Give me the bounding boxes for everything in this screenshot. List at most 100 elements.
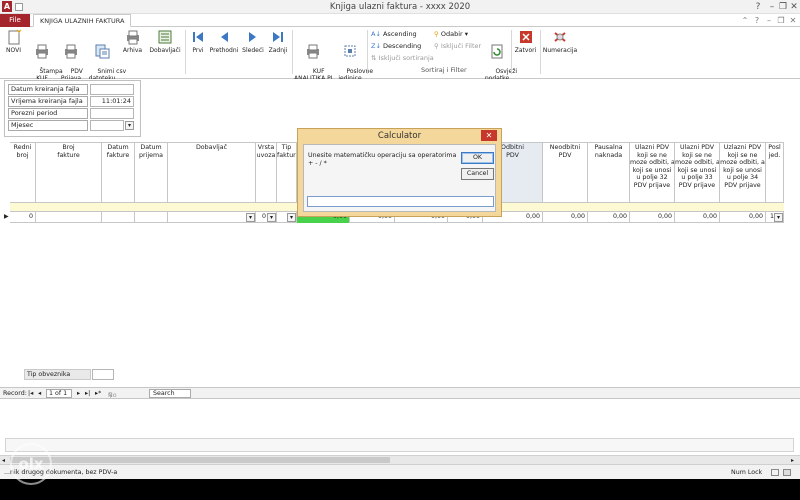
num-lock-indicator: Num Lock — [731, 469, 763, 476]
olx-watermark-logo: olx — [10, 443, 52, 485]
new-button[interactable]: NOVI — [5, 29, 22, 54]
ribbon-separator — [540, 30, 541, 74]
sort-filter-group-label: Sortiraj i Filter — [421, 66, 467, 74]
restore-doc-icon[interactable]: ❐ — [776, 16, 786, 26]
remove-filter-button[interactable]: ⚲ Isključi Filter — [434, 42, 481, 50]
cell-polje-34[interactable]: 0,00 — [720, 211, 766, 223]
filter-icon: ⚲ — [434, 30, 439, 38]
numbering-button[interactable]: Numeracija — [542, 29, 578, 54]
vrsta-dropdown-icon[interactable]: ▾ — [267, 213, 276, 222]
close-doc-icon[interactable]: ✕ — [788, 16, 798, 26]
col-polje-33[interactable]: Ulazni PDV koji se ne moze odbiti, a koj… — [675, 143, 720, 202]
archive-label: Arhiva — [122, 47, 143, 54]
cell-redni-broj[interactable]: 0 — [10, 211, 36, 223]
title-bar: A Knjiga ulazni faktura - xxxx 2020 ? – … — [0, 0, 800, 14]
form-view-icon[interactable] — [771, 469, 779, 476]
col-dobavljac[interactable]: Dobavljač — [168, 143, 256, 202]
window-title: Knjiga ulazni faktura - xxxx 2020 — [329, 2, 471, 12]
close-button[interactable]: Zatvori — [513, 29, 538, 54]
clear-sort-button[interactable]: ⇅ Isključi sortiranja — [371, 54, 434, 62]
cell-datum-prijema[interactable] — [135, 211, 168, 223]
col-poslovne-jedinice[interactable]: Posl jed. — [766, 143, 784, 202]
sort-ascending-button[interactable]: A↓ Ascending — [371, 30, 417, 38]
help-small-icon[interactable]: ? — [752, 16, 762, 26]
ribbon-separator — [185, 30, 186, 74]
tab-knjiga-ulaznih-faktura[interactable]: KNJIGA ULAZNIH FAKTURA — [33, 14, 132, 27]
search-input[interactable]: Search — [149, 389, 191, 398]
first-label: Prvi — [192, 47, 204, 54]
cell-pausalna[interactable]: 0,00 — [588, 211, 630, 223]
prev-record-nav-icon[interactable]: ◂ — [38, 390, 41, 397]
select-filter-label: Odabir — [440, 30, 463, 38]
last-record-button[interactable]: Zadnji — [267, 29, 289, 54]
col-vrsta-uvoza[interactable]: Vrsta uvoza — [256, 143, 277, 202]
horizontal-scrollbar[interactable]: ◂ ▸ — [0, 455, 800, 464]
scroll-right-icon[interactable]: ▸ — [791, 457, 794, 464]
close-window-icon[interactable]: ✕ — [788, 2, 800, 12]
datum-kreiranja-field[interactable] — [90, 84, 134, 95]
vrijema-kreiranja-label: Vrijema kreiranja fajla — [8, 96, 88, 107]
save-csv-icon — [95, 44, 110, 59]
col-datum-prijema[interactable]: Datum prijema — [135, 143, 168, 202]
archive-button[interactable]: Arhiva — [121, 29, 144, 54]
next-record-nav-icon[interactable]: ▸ — [77, 390, 80, 397]
clear-sort-label: Isključi sortiranja — [378, 54, 434, 62]
col-pausalna-naknada[interactable]: Pausalna naknada — [588, 143, 630, 202]
cancel-button[interactable]: Cancel — [461, 168, 494, 180]
chevron-down-icon[interactable]: ▾ — [125, 121, 134, 130]
form-content: Datum kreiranja fajla Vrijema kreiranja … — [0, 79, 800, 387]
col-tip-fakture[interactable]: Tip fakture — [277, 143, 297, 202]
expression-input[interactable] — [307, 196, 494, 207]
new-label: NOVI — [6, 47, 21, 54]
col-broj-fakture[interactable]: Broj fakture — [36, 143, 102, 202]
supplier-button[interactable]: Dobavljači — [148, 29, 182, 54]
dialog-close-icon[interactable]: ✕ — [481, 130, 497, 141]
cell-neodbitni-pdv[interactable]: 0,00 — [543, 211, 588, 223]
cell-polje-32[interactable]: 0,00 — [630, 211, 675, 223]
mjesec-field[interactable] — [90, 120, 124, 131]
design-view-icon[interactable] — [783, 469, 791, 476]
ribbon-tabs: File KNJIGA ULAZNIH FAKTURA ⌃ ? – ❐ ✕ — [0, 14, 800, 27]
ok-button[interactable]: OK — [461, 152, 494, 164]
posl-dropdown-icon[interactable]: ▾ — [774, 213, 783, 222]
cell-polje-33[interactable]: 0,00 — [675, 211, 720, 223]
previous-record-button[interactable]: Prethodni — [209, 29, 239, 54]
refresh-icon — [491, 44, 503, 59]
cell-broj-fakture[interactable] — [36, 211, 102, 223]
col-neodbitni-pdv[interactable]: Neodbitni PDV — [543, 143, 588, 202]
select-filter-button[interactable]: ⚲ Odabir ▾ — [434, 30, 468, 38]
previous-icon — [221, 32, 228, 42]
first-record-button[interactable]: Prvi — [190, 29, 206, 54]
tab-file[interactable]: File — [0, 14, 30, 27]
new-record-nav-icon[interactable]: ▸* — [95, 390, 101, 397]
pdf-print-icon — [65, 44, 77, 59]
sort-descending-label: Descending — [382, 42, 422, 50]
scroll-thumb[interactable] — [10, 457, 390, 463]
col-datum-fakture[interactable]: Datum fakture — [102, 143, 135, 202]
ribbon-separator — [511, 30, 512, 74]
last-record-nav-icon[interactable]: ▸| — [85, 390, 90, 397]
supplier-icon — [158, 30, 172, 44]
dobavljac-dropdown-icon[interactable]: ▾ — [246, 213, 255, 222]
porezni-period-field[interactable] — [90, 108, 134, 119]
cell-datum-fakture[interactable] — [102, 211, 135, 223]
next-icon — [249, 32, 256, 42]
next-record-button[interactable]: Sledeći — [241, 29, 265, 54]
tip-obveznika-field[interactable] — [92, 369, 114, 380]
print-icon — [36, 44, 48, 59]
col-redni-broj[interactable]: Redni broj — [10, 143, 36, 202]
col-polje-34[interactable]: Uzlazni PDV koji se ne moze odbiti, a ko… — [720, 143, 766, 202]
min-doc-icon[interactable]: – — [764, 16, 774, 26]
record-position-field[interactable]: 1 of 1 — [46, 389, 72, 398]
numbering-icon — [554, 32, 566, 42]
tip-dropdown-icon[interactable]: ▾ — [287, 213, 296, 222]
col-polje-32[interactable]: Ulazni PDV koji se ne moze odbiti, a koj… — [630, 143, 675, 202]
scroll-left-icon[interactable]: ◂ — [2, 457, 5, 464]
first-record-nav-icon[interactable]: |◂ — [28, 390, 33, 397]
help-icon[interactable]: ? — [752, 2, 764, 12]
collapse-ribbon-icon[interactable]: ⌃ — [740, 16, 750, 26]
lower-area — [0, 399, 800, 455]
sort-descending-button[interactable]: Z↓ Descending — [371, 42, 421, 50]
cell-dobavljac[interactable] — [168, 211, 256, 223]
vrijema-kreiranja-field[interactable]: 11:01:24 — [90, 96, 134, 107]
